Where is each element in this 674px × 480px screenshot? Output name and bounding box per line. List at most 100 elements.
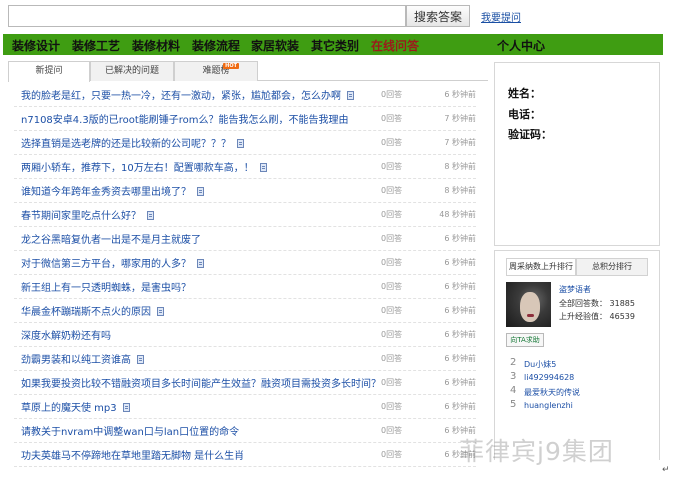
- watermark: 菲律宾j9集团: [459, 437, 614, 466]
- ranking-panel: 周采纳数上升排行 总积分排行 盗梦语者 全部回答数： 31885 上升经验值： …: [494, 250, 660, 460]
- question-row: 如果我要投资比较不错融资项目多长时间能产生效益？融资项目需投资多长时间？ 0回答 6…: [14, 371, 476, 395]
- tab-label: 周采纳数上升排行: [509, 262, 573, 271]
- ask-for-help-button[interactable]: 向TA求助: [506, 333, 544, 347]
- question-tabs: 新提问 已解决的问题 难题榜 HOT: [8, 61, 488, 82]
- document-icon: [259, 163, 267, 172]
- question-link[interactable]: n7108安卓4.3版的已root能刷锤子rom么？能告我怎么刷，不能告我理由: [21, 111, 349, 126]
- document-icon: [147, 211, 154, 220]
- top-user-total-answers: 全部回答数： 31885: [559, 299, 635, 308]
- question-link[interactable]: 新王组上有一只透明蜘蛛，是害虫吗？: [21, 279, 191, 294]
- tab-total-points-rank[interactable]: 总积分排行: [576, 258, 648, 276]
- search-input[interactable]: [8, 5, 406, 27]
- tab-label: 新提问: [35, 66, 63, 76]
- question-link[interactable]: 劲霸男装和以纯工资谁高: [21, 351, 144, 366]
- nav-item-other[interactable]: 其它类别: [311, 37, 359, 54]
- answer-count: 0回答: [381, 378, 403, 387]
- question-link[interactable]: 华晨金杯蹦瑞斯不点火的原因: [21, 303, 164, 318]
- answer-count: 0回答: [381, 234, 403, 243]
- rank-number: 4: [510, 385, 517, 396]
- avatar[interactable]: [506, 282, 551, 327]
- rank-item: 2 Du小妹5: [510, 357, 650, 371]
- answer-count: 0回答: [381, 210, 403, 219]
- question-link[interactable]: 深度水解奶粉还有吗: [21, 327, 111, 342]
- question-time: 6 秒钟前: [444, 282, 476, 291]
- search-button[interactable]: 搜索答案: [406, 5, 470, 27]
- answer-count: 0回答: [381, 282, 403, 291]
- document-icon: [197, 187, 204, 196]
- question-link[interactable]: 谁知道今年跨年金秀资去哪里出境了？: [21, 183, 204, 198]
- question-time: 6 秒钟前: [444, 258, 476, 267]
- question-link[interactable]: 春节期间家里吃点什么好？: [21, 207, 154, 222]
- nav-item-craft[interactable]: 装修工艺: [72, 37, 120, 54]
- answer-count: 0回答: [381, 306, 403, 315]
- nav-item-process[interactable]: 装修流程: [192, 37, 240, 54]
- question-row: 劲霸男装和以纯工资谁高 0回答 6 秒钟前: [14, 347, 476, 371]
- rank-user-name[interactable]: Du小妹5: [524, 359, 556, 370]
- hot-badge: HOT: [223, 63, 239, 69]
- document-icon: [157, 307, 164, 316]
- question-row: 华晨金杯蹦瑞斯不点火的原因 0回答 6 秒钟前: [14, 299, 476, 323]
- question-time: 48 秒钟前: [439, 210, 476, 219]
- question-row: 草原上的魔天使 mp3 0回答 6 秒钟前: [14, 395, 476, 419]
- question-row: 选择直销是选老牌的还是比较新的公司呢？？？ 0回答 7 秒钟前: [14, 131, 476, 155]
- nav-item-personal-center[interactable]: 个人中心: [497, 37, 545, 54]
- answer-count: 0回答: [381, 162, 403, 171]
- answer-count: 0回答: [381, 330, 403, 339]
- answer-count: 0回答: [381, 402, 403, 411]
- top-nav: 装修设计 装修工艺 装修材料 装修流程 家居软装 其它类别 在线问答 个人中心: [3, 34, 663, 55]
- top-user-points: 上升经验值： 46539: [559, 312, 635, 321]
- question-link[interactable]: 对于微信第三方平台，哪家用的人多？: [21, 255, 204, 270]
- question-row: 我的脸老是红，只要一热一冷，还有一激动，紧张，尴尬都会，怎么办啊 0回答 6 秒钟前: [14, 83, 476, 107]
- answer-count: 0回答: [381, 258, 403, 267]
- question-row: 两厢小轿车，推荐下，10万左右！配置哪款车高，！ 0回答 8 秒钟前: [14, 155, 476, 179]
- question-row: 龙之谷黑暗复仇者一出是不是月主就废了 0回答 6 秒钟前: [14, 227, 476, 251]
- question-time: 8 秒钟前: [444, 186, 476, 195]
- question-link[interactable]: 龙之谷黑暗复仇者一出是不是月主就废了: [21, 231, 201, 246]
- question-link[interactable]: 请教关于nvram中调整wan口与lan口位置的命令: [21, 423, 239, 438]
- tab-new-questions[interactable]: 新提问: [8, 61, 90, 82]
- document-icon: [237, 139, 244, 148]
- rank-item: 5 huanglenzhi: [510, 399, 650, 413]
- tab-weekly-adoption-rank[interactable]: 周采纳数上升排行: [506, 258, 576, 276]
- question-time: 6 秒钟前: [444, 306, 476, 315]
- question-row: 功夫英雄马不停蹄地在草地里踏无脚物 是什么生肖 0回答 6 秒钟前: [14, 443, 476, 467]
- question-link[interactable]: 功夫英雄马不停蹄地在草地里踏无脚物 是什么生肖: [21, 447, 244, 462]
- tab-solved[interactable]: 已解决的问题: [90, 61, 174, 81]
- question-list: 我的脸老是红，只要一热一冷，还有一激动，紧张，尴尬都会，怎么办啊 0回答 6 秒钟前…: [14, 83, 476, 467]
- question-time: 6 秒钟前: [444, 402, 476, 411]
- question-row: 新王组上有一只透明蜘蛛，是害虫吗？ 0回答 6 秒钟前: [14, 275, 476, 299]
- question-link[interactable]: 选择直销是选老牌的还是比较新的公司呢？？？: [21, 135, 244, 150]
- avatar-face: [520, 292, 540, 322]
- question-row: 请教关于nvram中调整wan口与lan口位置的命令 0回答 6 秒钟前: [14, 419, 476, 443]
- question-time: 6 秒钟前: [444, 90, 476, 99]
- question-row: 谁知道今年跨年金秀资去哪里出境了？ 0回答 8 秒钟前: [14, 179, 476, 203]
- question-time: 6 秒钟前: [444, 330, 476, 339]
- ask-question-link[interactable]: 我要提问: [481, 9, 521, 24]
- nav-item-design[interactable]: 装修设计: [12, 37, 60, 54]
- rank-user-name[interactable]: 最爱秋天的传说: [524, 387, 580, 398]
- nav-item-online-qa[interactable]: 在线问答: [371, 37, 419, 54]
- rank-user-name[interactable]: huanglenzhi: [524, 401, 573, 410]
- nav-item-furnishing[interactable]: 家居软装: [251, 37, 299, 54]
- question-time: 6 秒钟前: [444, 354, 476, 363]
- nav-item-materials[interactable]: 装修材料: [132, 37, 180, 54]
- answer-count: 0回答: [381, 114, 403, 123]
- question-time: 7 秒钟前: [444, 138, 476, 147]
- rank-user-name[interactable]: li492994628: [524, 373, 574, 382]
- tab-hard-questions[interactable]: 难题榜 HOT: [174, 61, 258, 81]
- answer-count: 0回答: [381, 354, 403, 363]
- name-label: 姓名：: [508, 87, 541, 100]
- question-link[interactable]: 我的脸老是红，只要一热一冷，还有一激动，紧张，尴尬都会，怎么办啊: [21, 87, 354, 102]
- document-icon: [197, 259, 204, 268]
- answer-count: 0回答: [381, 186, 403, 195]
- question-link[interactable]: 如果我要投资比较不错融资项目多长时间能产生效益？融资项目需投资多长时间？: [21, 375, 381, 390]
- question-link[interactable]: 草原上的魔天使 mp3: [21, 399, 130, 414]
- question-row: 对于微信第三方平台，哪家用的人多？ 0回答 6 秒钟前: [14, 251, 476, 275]
- return-mark: ↵: [662, 465, 670, 475]
- question-link[interactable]: 两厢小轿车，推荐下，10万左右！配置哪款车高，！: [21, 159, 267, 174]
- question-row: 深度水解奶粉还有吗 0回答 6 秒钟前: [14, 323, 476, 347]
- answer-count: 0回答: [381, 138, 403, 147]
- top-user-name[interactable]: 盗梦语者: [559, 284, 591, 295]
- answer-count: 0回答: [381, 450, 403, 459]
- user-info-panel: 姓名： 电话： 验证码：: [494, 62, 660, 246]
